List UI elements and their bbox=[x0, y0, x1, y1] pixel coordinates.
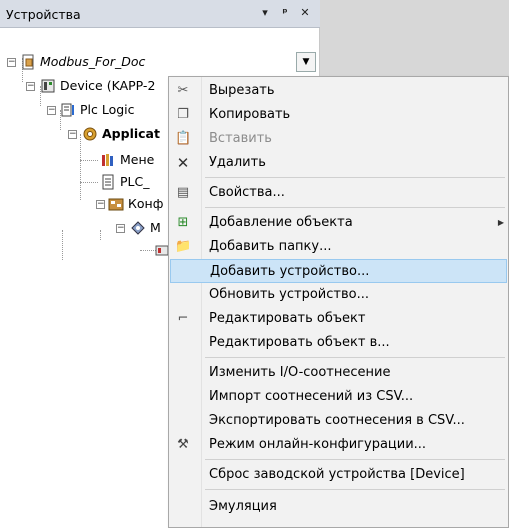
menu-item-edit-io-mapping[interactable]: Изменить I/O-соотнесение bbox=[169, 361, 508, 385]
menu-item-label: Обновить устройство... bbox=[209, 287, 369, 302]
plc-logic-icon bbox=[61, 103, 74, 117]
pane-title: Устройства bbox=[6, 7, 81, 22]
project-icon bbox=[22, 54, 34, 70]
menu-item-add-object[interactable]: ⊞ Добавление объекта ▶ bbox=[169, 211, 508, 235]
library-manager-icon bbox=[102, 154, 113, 166]
tree-item-manager[interactable]: Мене bbox=[0, 150, 168, 170]
properties-icon: ▤ bbox=[176, 185, 190, 200]
menu-item-label: Удалить bbox=[209, 155, 266, 170]
application-gear-icon bbox=[83, 127, 97, 141]
menu-separator bbox=[205, 459, 505, 460]
menu-item-export-csv[interactable]: Экспортировать соотнесения в CSV... bbox=[169, 409, 508, 433]
delete-icon: ✕ bbox=[176, 154, 190, 172]
menu-item-edit-object[interactable]: ⌐ Редактировать объект bbox=[169, 307, 508, 331]
menu-item-label: Изменить I/O-соотнесение bbox=[209, 365, 391, 380]
menu-item-copy[interactable]: ❐ Копировать bbox=[169, 103, 508, 127]
menu-item-label: Копировать bbox=[209, 107, 291, 122]
tree-label-config: Конф bbox=[128, 196, 164, 211]
menu-separator bbox=[205, 207, 505, 208]
copy-icon: ❐ bbox=[177, 107, 189, 122]
menu-item-label: Добавление объекта bbox=[209, 215, 353, 230]
edit-object-icon: ⌐ bbox=[177, 311, 189, 326]
menu-item-update-device[interactable]: Обновить устройство... bbox=[169, 283, 508, 307]
menu-item-paste[interactable]: 📋 Вставить bbox=[169, 127, 508, 151]
tree-label-plc-logic: Plc Logic bbox=[80, 102, 135, 117]
menu-item-label: Редактировать объект bbox=[209, 311, 366, 326]
menu-item-label: Вырезать bbox=[209, 83, 275, 98]
menu-item-label: Добавить устройство... bbox=[210, 264, 370, 279]
menu-item-add-device[interactable]: Добавить устройство... bbox=[170, 259, 507, 283]
pane-dropdown-icon[interactable]: ▾ bbox=[258, 6, 272, 20]
collapse-icon[interactable]: − bbox=[96, 200, 105, 209]
menu-item-label: Свойства... bbox=[209, 185, 285, 200]
menu-separator bbox=[205, 357, 505, 358]
collapse-icon[interactable]: − bbox=[26, 82, 35, 91]
context-menu: ✂ Вырезать ❐ Копировать 📋 Вставить ✕ Уда… bbox=[168, 76, 509, 528]
collapse-icon[interactable]: − bbox=[68, 130, 77, 139]
tree-item-application[interactable]: − Applicat bbox=[0, 124, 168, 144]
tree-item-plc-logic[interactable]: − Plc Logic bbox=[0, 100, 168, 120]
tree-label-application: Applicat bbox=[102, 126, 160, 141]
tree-label-root: Modbus_For_Doc bbox=[40, 54, 146, 69]
tree-item-config[interactable]: − Конф bbox=[0, 194, 168, 214]
device-icon bbox=[41, 79, 55, 93]
menu-item-delete[interactable]: ✕ Удалить bbox=[169, 151, 508, 175]
menu-item-label: Вставить bbox=[209, 131, 272, 146]
tree-label-manager: Мене bbox=[120, 152, 155, 167]
configuration-icon bbox=[108, 198, 124, 211]
modbus-icon bbox=[131, 221, 145, 235]
tree-label-modbus: M bbox=[150, 220, 161, 235]
folder-icon: 📁 bbox=[175, 239, 192, 254]
menu-item-label: Импорт соотнесений из CSV... bbox=[209, 389, 414, 404]
tree-item-modbus[interactable]: − M bbox=[0, 218, 168, 238]
menu-separator bbox=[205, 489, 505, 490]
tree-item-device[interactable]: − Device (KAPP-2 bbox=[0, 76, 168, 96]
online-config-icon: ⚒ bbox=[177, 437, 189, 452]
menu-item-label: Экспортировать соотнесения в CSV... bbox=[209, 413, 465, 428]
collapse-icon[interactable]: − bbox=[7, 58, 16, 67]
tree-dropdown-button[interactable]: ▼ bbox=[296, 52, 316, 72]
tree-item-root[interactable]: − Modbus_For_Doc bbox=[0, 52, 296, 72]
submenu-arrow-icon: ▶ bbox=[497, 218, 504, 227]
menu-item-label: Сброс заводской устройства [Device] bbox=[209, 467, 465, 482]
menu-item-label: Эмуляция bbox=[209, 499, 277, 514]
scissors-icon: ✂ bbox=[177, 83, 189, 98]
close-icon[interactable]: ✕ bbox=[298, 6, 312, 20]
menu-item-edit-object-with[interactable]: Редактировать объект в... bbox=[169, 331, 508, 355]
tree-label-device: Device (KAPP-2 bbox=[60, 78, 156, 93]
tree-item-plc-prg[interactable]: PLC_ bbox=[0, 172, 168, 192]
pin-icon[interactable]: ᵖ bbox=[278, 6, 292, 20]
pane-header: Устройства ▾ ᵖ ✕ bbox=[0, 0, 320, 28]
menu-item-factory-reset[interactable]: Сброс заводской устройства [Device] bbox=[169, 463, 508, 487]
program-icon bbox=[102, 174, 114, 190]
menu-item-add-folder[interactable]: 📁 Добавить папку... bbox=[169, 235, 508, 259]
menu-item-online-config[interactable]: ⚒ Режим онлайн-конфигурации... bbox=[169, 433, 508, 457]
menu-item-label: Редактировать объект в... bbox=[209, 335, 390, 350]
menu-separator bbox=[205, 177, 505, 178]
menu-item-cut[interactable]: ✂ Вырезать bbox=[169, 79, 508, 103]
collapse-icon[interactable]: − bbox=[116, 224, 125, 233]
tree-label-plc-prg: PLC_ bbox=[120, 174, 150, 189]
menu-item-emulation[interactable]: Эмуляция bbox=[169, 495, 508, 519]
menu-item-label: Режим онлайн-конфигурации... bbox=[209, 437, 427, 452]
add-object-icon: ⊞ bbox=[177, 215, 189, 230]
collapse-icon[interactable]: − bbox=[47, 106, 56, 115]
paste-icon: 📋 bbox=[175, 131, 192, 146]
tree-item-slave[interactable] bbox=[0, 240, 169, 260]
menu-item-label: Добавить папку... bbox=[209, 239, 332, 254]
menu-item-import-csv[interactable]: Импорт соотнесений из CSV... bbox=[169, 385, 508, 409]
menu-item-properties[interactable]: ▤ Свойства... bbox=[169, 181, 508, 205]
